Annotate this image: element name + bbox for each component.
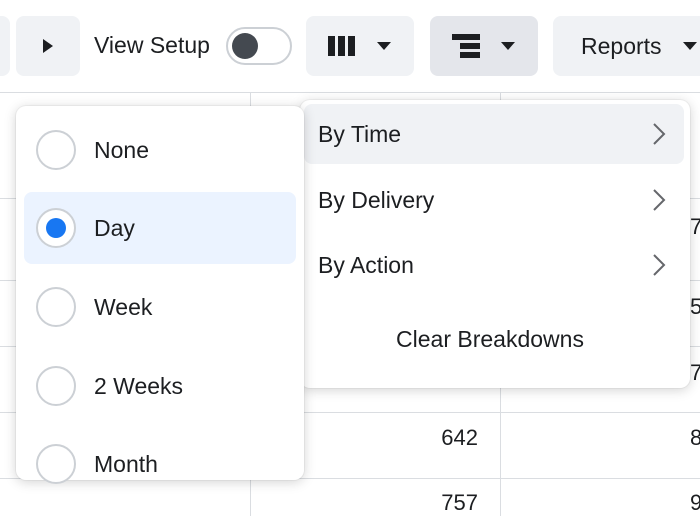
- radio-option-day[interactable]: Day: [24, 192, 296, 264]
- table-cell-clipped: 8: [690, 425, 700, 450]
- toolbar-left-button-edge[interactable]: [0, 16, 10, 76]
- clear-breakdowns-button[interactable]: Clear Breakdowns: [300, 326, 680, 353]
- radio-label: Week: [94, 293, 153, 320]
- columns-icon: [328, 36, 355, 56]
- reports-button[interactable]: Reports: [553, 16, 700, 76]
- expand-button[interactable]: [16, 16, 80, 76]
- chevron-right-icon: [653, 189, 666, 211]
- view-setup-label: View Setup: [94, 32, 210, 58]
- menu-item-label: By Delivery: [318, 186, 435, 213]
- play-triangle-icon: [43, 39, 53, 53]
- radio-button-selected[interactable]: [36, 208, 76, 248]
- row-divider: [0, 92, 700, 93]
- menu-item-by-delivery[interactable]: By Delivery: [304, 170, 684, 230]
- radio-button[interactable]: [36, 444, 76, 484]
- menu-item-label: By Action: [318, 251, 414, 278]
- breakdown-icon: [452, 34, 480, 58]
- radio-label: None: [94, 136, 149, 163]
- breakdown-menu: By Time By Delivery By Action Clear Brea…: [300, 100, 690, 388]
- menu-item-label: By Time: [318, 120, 402, 147]
- radio-label: 2 Weeks: [94, 372, 184, 399]
- caret-down-icon: [501, 42, 515, 50]
- view-setup-toggle[interactable]: [226, 27, 292, 65]
- table-cell-clipped: 5: [690, 294, 700, 319]
- menu-item-by-time[interactable]: By Time: [304, 104, 684, 164]
- radio-option-week[interactable]: Week: [24, 271, 296, 343]
- table-cell-clipped: 7: [690, 214, 700, 239]
- caret-down-icon: [377, 42, 391, 50]
- radio-button[interactable]: [36, 130, 76, 170]
- radio-button[interactable]: [36, 287, 76, 327]
- time-breakdown-menu: None Day Week 2 Weeks Month: [16, 106, 304, 484]
- breakdown-button[interactable]: [430, 16, 538, 76]
- reports-label: Reports: [581, 32, 662, 59]
- radio-option-2-weeks[interactable]: 2 Weeks: [24, 350, 296, 422]
- radio-option-month[interactable]: Month: [24, 428, 296, 500]
- toggle-knob: [232, 33, 258, 59]
- menu-item-by-action[interactable]: By Action: [304, 235, 684, 295]
- table-cell-clipped: 7: [690, 360, 700, 385]
- table-cell-clipped: 9: [690, 490, 700, 515]
- table-cell: 642: [441, 425, 478, 450]
- chevron-right-icon: [653, 254, 666, 276]
- columns-button[interactable]: [306, 16, 414, 76]
- chevron-right-icon: [653, 123, 666, 145]
- radio-button[interactable]: [36, 366, 76, 406]
- toolbar: View Setup Reports: [0, 0, 700, 92]
- radio-dot: [46, 218, 66, 238]
- radio-label: Day: [94, 214, 135, 241]
- radio-option-none[interactable]: None: [24, 114, 296, 186]
- caret-down-icon: [682, 42, 697, 50]
- radio-label: Month: [94, 450, 158, 477]
- table-cell: 757: [441, 490, 478, 515]
